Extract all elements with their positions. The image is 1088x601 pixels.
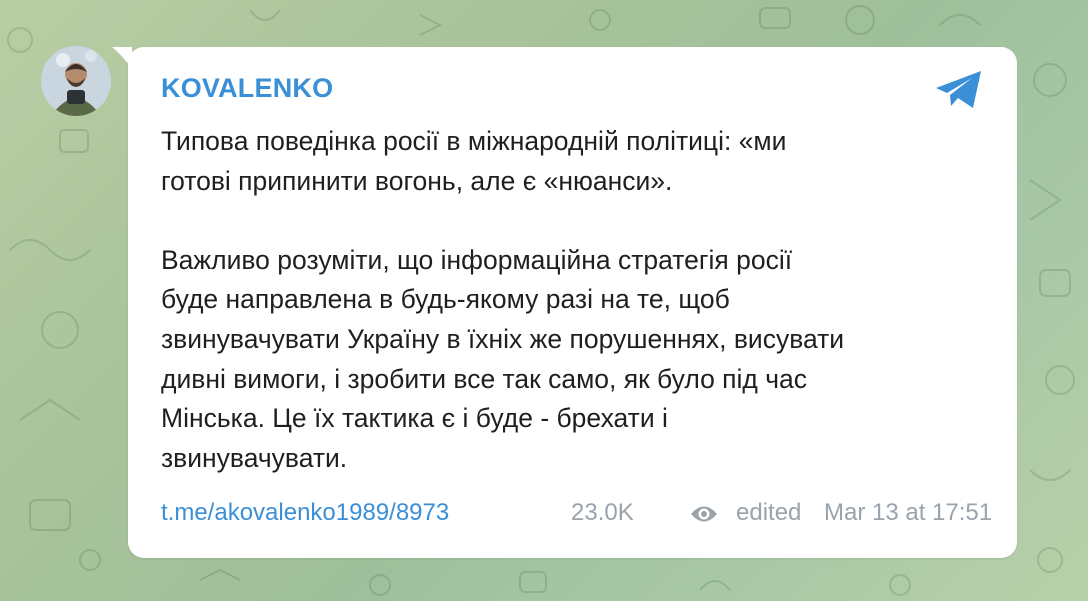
message-text: Типова поведінка росії в міжнародній пол… (161, 126, 845, 473)
message-bubble: KOVALENKO Типова поведінка росії в міжна… (128, 47, 1017, 558)
message-footer: t.me/akovalenko1989/8973 23.0K edited Ma… (161, 499, 992, 535)
eye-icon (691, 506, 717, 522)
channel-avatar[interactable] (41, 46, 111, 116)
channel-name[interactable]: KOVALENKO (161, 73, 333, 104)
message-timestamp: Mar 13 at 17:51 (824, 499, 993, 526)
view-count: 23.0K (571, 499, 634, 526)
edited-label: edited (736, 499, 802, 526)
avatar-image (41, 46, 111, 116)
telegram-plane-icon[interactable] (934, 69, 984, 111)
post-link[interactable]: t.me/akovalenko1989/8973 (161, 499, 449, 527)
